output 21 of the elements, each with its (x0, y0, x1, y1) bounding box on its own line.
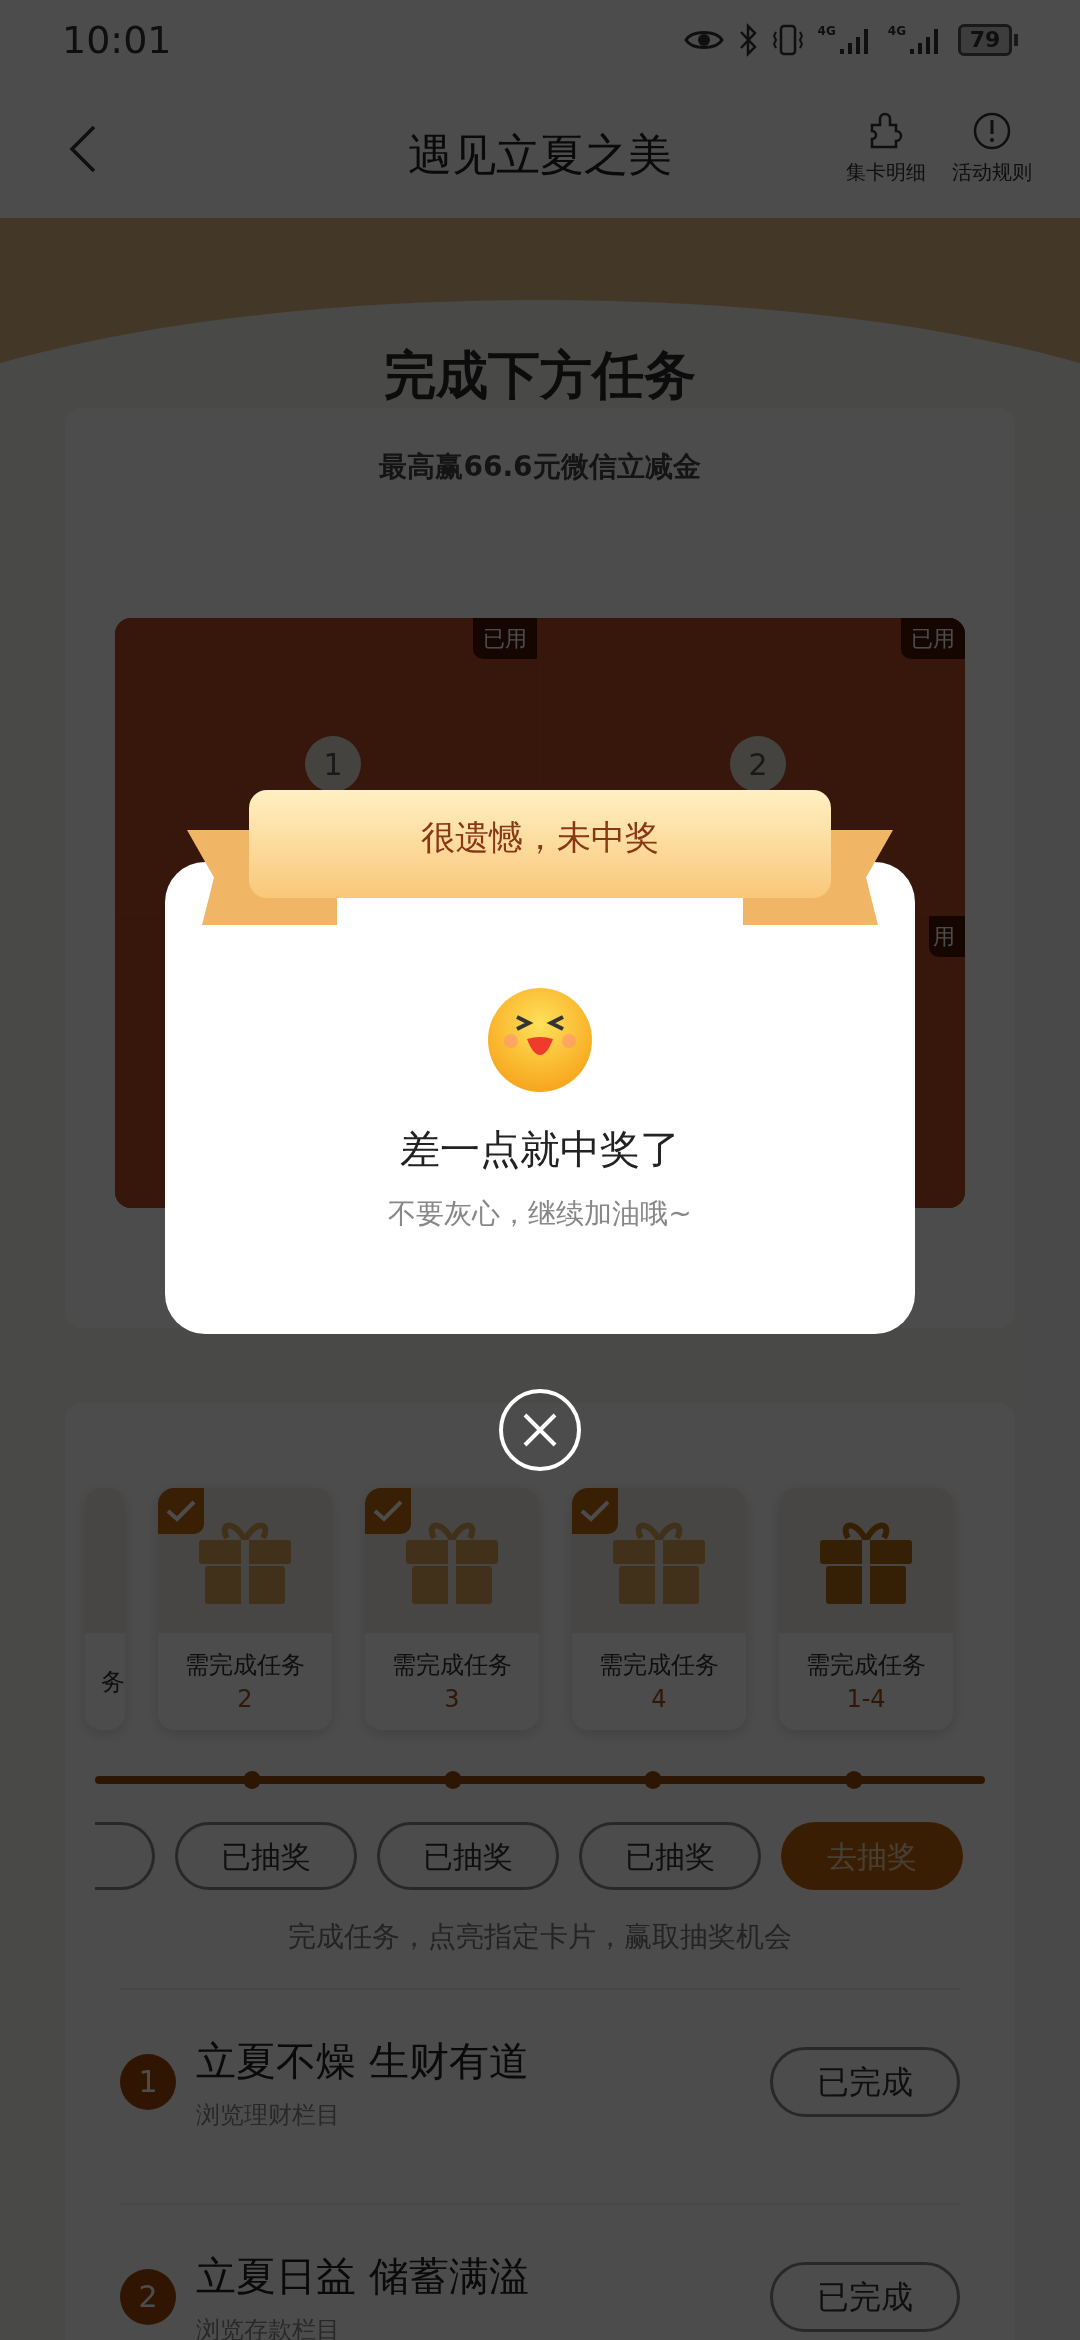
page-title: 遇见立夏之美 (407, 128, 673, 182)
reward-requirement: 需完成任务 (806, 1649, 926, 1681)
reward-requirement: 需完成任务 (185, 1649, 305, 1681)
reward-task-number: 4 (651, 1683, 667, 1715)
reward-requirement: 务 (101, 1666, 125, 1698)
task-title: 立夏日益 储蓄满溢 (196, 2251, 529, 2301)
status-time: 10:01 (62, 16, 172, 64)
task-title: 立夏不燥 生财有道 (196, 2036, 529, 2086)
reward-requirement: 需完成任务 (599, 1649, 719, 1681)
card-subtitle: 最高赢66.6元微信立减金 (379, 449, 701, 485)
reward-task-number: 3 (444, 1683, 460, 1715)
reward-task-number: 2 (237, 1683, 253, 1715)
ribbon-text: 很遗憾，未中奖 (421, 815, 659, 859)
reward-requirement: 需完成任务 (392, 1649, 512, 1681)
reward-task-number: 1-4 (846, 1683, 886, 1715)
close-icon[interactable] (498, 1388, 582, 1472)
network-label: 4G (817, 25, 836, 37)
dialog-message: 不要灰心，继续加油哦~ (388, 1196, 692, 1232)
dialog-title: 差一点就中奖了 (400, 1125, 680, 1174)
network-label: 4G (887, 25, 906, 37)
section-title: 完成下方任务 (383, 344, 697, 407)
